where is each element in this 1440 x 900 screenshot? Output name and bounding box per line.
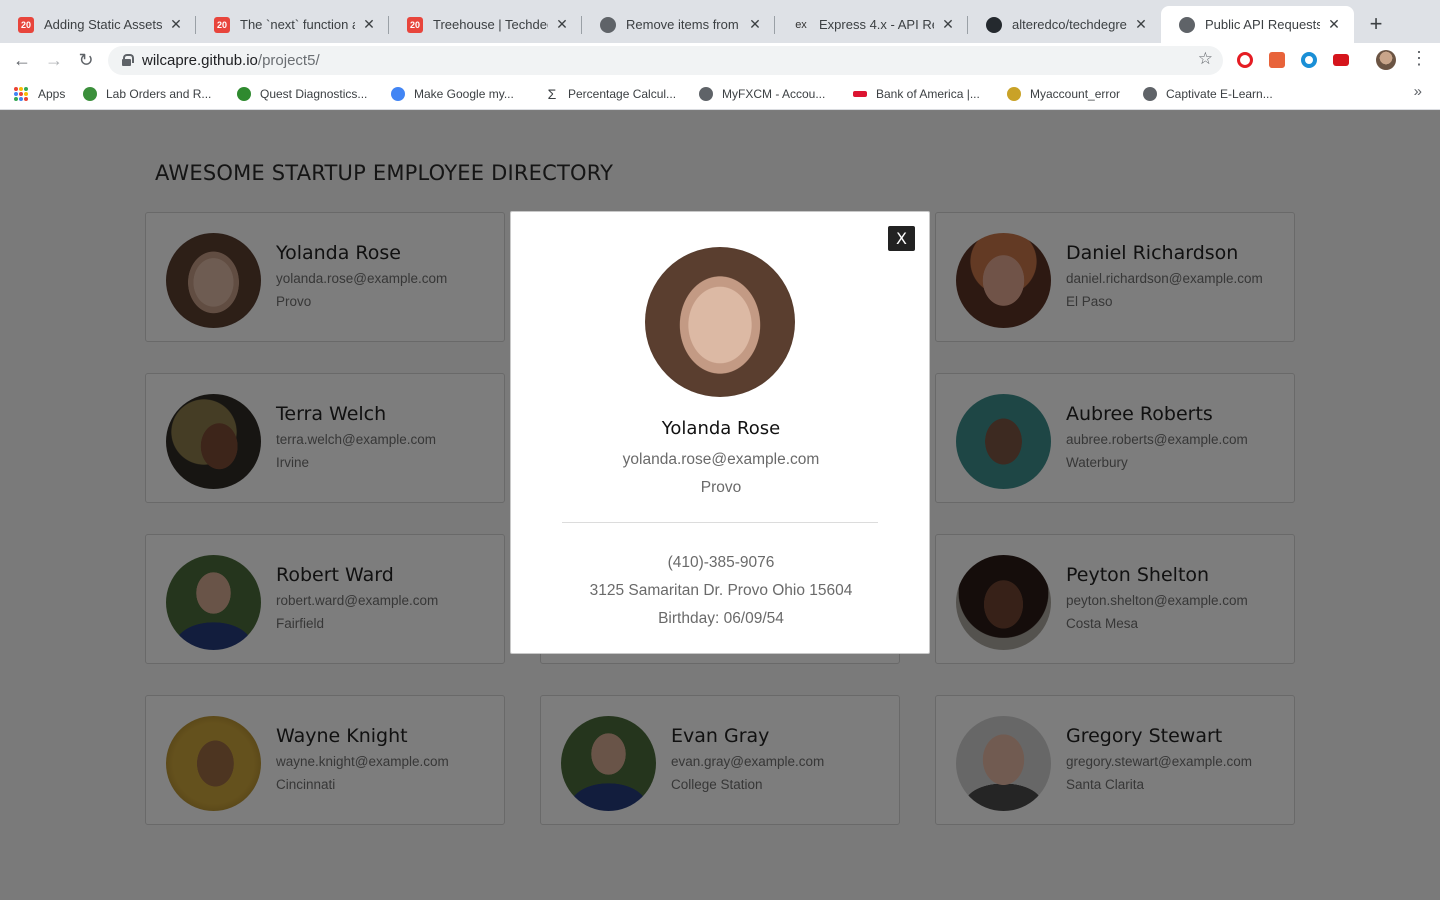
modal-avatar [645, 247, 795, 397]
page-body: AWESOME STARTUP EMPLOYEE DIRECTORY Yolan… [0, 111, 1440, 900]
close-icon[interactable]: ✕ [747, 16, 763, 33]
bookmark-star-icon[interactable]: ☆ [1198, 49, 1213, 69]
bookmark-label: Captivate E-Learn... [1166, 87, 1273, 101]
tab-title: alteredco/techdegree_ [1012, 17, 1127, 32]
clipper-extension-icon[interactable] [1269, 52, 1285, 68]
bookmark-label: Quest Diagnostics... [260, 87, 368, 101]
menu-kebab-icon[interactable]: ⋮ [1410, 48, 1428, 69]
quest-icon [237, 87, 251, 101]
express-icon: ex [795, 18, 807, 31]
bookmark-item[interactable]: Myaccount_error [1007, 84, 1120, 104]
globe-icon [699, 87, 713, 101]
google-icon [391, 87, 405, 101]
tab-6-active[interactable]: Public API Requests ✕ [1161, 6, 1354, 43]
bookmark-item[interactable]: Σ Percentage Calcul... [545, 84, 676, 104]
reload-icon[interactable]: ↻ [74, 48, 98, 72]
profile-avatar-icon[interactable] [1376, 50, 1396, 70]
close-icon[interactable]: ✕ [168, 16, 184, 33]
tab-0[interactable]: 20 Adding Static Assets to ✕ [0, 6, 196, 43]
modal-divider [562, 522, 878, 523]
bookmarks-bar: Apps Lab Orders and R... Quest Diagnosti… [0, 78, 1440, 110]
forward-arrow-icon[interactable]: → [42, 48, 66, 72]
close-icon[interactable]: ✕ [940, 16, 956, 33]
bookmark-item[interactable]: Make Google my... [391, 84, 514, 104]
bookmark-item[interactable]: Lab Orders and R... [83, 84, 211, 104]
bookmark-label: Lab Orders and R... [106, 87, 212, 101]
tab-5[interactable]: alteredco/techdegree_ ✕ [968, 6, 1161, 43]
github-icon [986, 16, 1002, 33]
bookmark-label: Make Google my... [414, 87, 514, 101]
new-tab-plus-icon[interactable]: + [1364, 12, 1388, 36]
modal-employee-name: Yolanda Rose [661, 418, 781, 439]
close-icon[interactable]: ✕ [554, 16, 570, 33]
modal-employee-city: Provo [700, 479, 742, 496]
tab-title: Express 4.x - API Refe [819, 17, 934, 32]
apps-grid-icon [14, 87, 28, 101]
circle-extension-icon[interactable] [1301, 52, 1317, 68]
lock-icon [122, 54, 134, 66]
bookmark-item[interactable]: Captivate E-Learn... [1143, 84, 1273, 104]
url-path: /project5/ [257, 52, 320, 69]
bookmark-label: MyFXCM - Accou... [722, 87, 826, 101]
browser-toolbar: ← → ↻ wilcapre.github.io/project5/ ☆ ⋮ [0, 43, 1440, 78]
bank-of-america-icon [853, 91, 867, 97]
globe-icon [1179, 16, 1195, 33]
close-icon[interactable]: ✕ [1133, 16, 1149, 33]
tab-2[interactable]: 20 Treehouse | Techdegre ✕ [389, 6, 582, 43]
lastpass-extension-icon[interactable] [1333, 54, 1349, 66]
modal-employee-email: yolanda.rose@example.com [622, 451, 820, 468]
tab-title: Adding Static Assets to [44, 17, 162, 32]
tab-title: Remove items from a c [626, 17, 741, 32]
lab-orders-icon [83, 87, 97, 101]
employee-modal: X Yolanda Rose yolanda.rose@example.com … [510, 211, 930, 654]
modal-employee-address: 3125 Samaritan Dr. Provo Ohio 15604 [589, 582, 853, 599]
bookmark-label: Percentage Calcul... [568, 87, 677, 101]
modal-employee-phone: (410)-385-9076 [667, 554, 775, 571]
bookmark-label: Apps [38, 87, 66, 101]
opera-extension-icon[interactable] [1237, 52, 1253, 68]
url-text: wilcapre.github.io/project5/ [142, 52, 320, 69]
treehouse-20-icon: 20 [18, 16, 34, 33]
tab-title: Public API Requests [1205, 17, 1320, 32]
modal-close-button[interactable]: X [888, 226, 915, 251]
bookmark-item[interactable]: Bank of America |... [853, 84, 980, 104]
address-bar[interactable]: wilcapre.github.io/project5/ ☆ [108, 46, 1223, 75]
tab-strip: 20 Adding Static Assets to ✕ 20 The `nex… [0, 0, 1440, 43]
tab-3[interactable]: Remove items from a c ✕ [582, 6, 775, 43]
tab-1[interactable]: 20 The `next` function ar ✕ [196, 6, 389, 43]
bee-icon [1007, 87, 1021, 101]
close-icon[interactable]: ✕ [1326, 16, 1342, 33]
bookmark-label: Myaccount_error [1030, 87, 1121, 101]
bookmark-item[interactable]: MyFXCM - Accou... [699, 84, 825, 104]
bookmark-apps[interactable]: Apps [14, 84, 65, 104]
url-host: wilcapre.github.io [142, 52, 258, 69]
globe-icon [600, 16, 616, 33]
bookmark-label: Bank of America |... [876, 87, 980, 101]
treehouse-20-icon: 20 [214, 16, 230, 33]
more-bookmarks-chevron-icon[interactable]: » [1414, 83, 1422, 100]
tab-title: Treehouse | Techdegre [433, 17, 548, 32]
treehouse-20-icon: 20 [407, 16, 423, 33]
back-arrow-icon[interactable]: ← [10, 48, 34, 72]
sigma-icon: Σ [547, 86, 557, 102]
modal-employee-birthday: Birthday: 06/09/54 [658, 610, 784, 627]
tab-4[interactable]: ex Express 4.x - API Refe ✕ [775, 6, 968, 43]
close-icon[interactable]: ✕ [361, 16, 377, 33]
bookmark-item[interactable]: Quest Diagnostics... [237, 84, 367, 104]
globe-icon [1143, 87, 1157, 101]
tab-title: The `next` function ar [240, 17, 355, 32]
